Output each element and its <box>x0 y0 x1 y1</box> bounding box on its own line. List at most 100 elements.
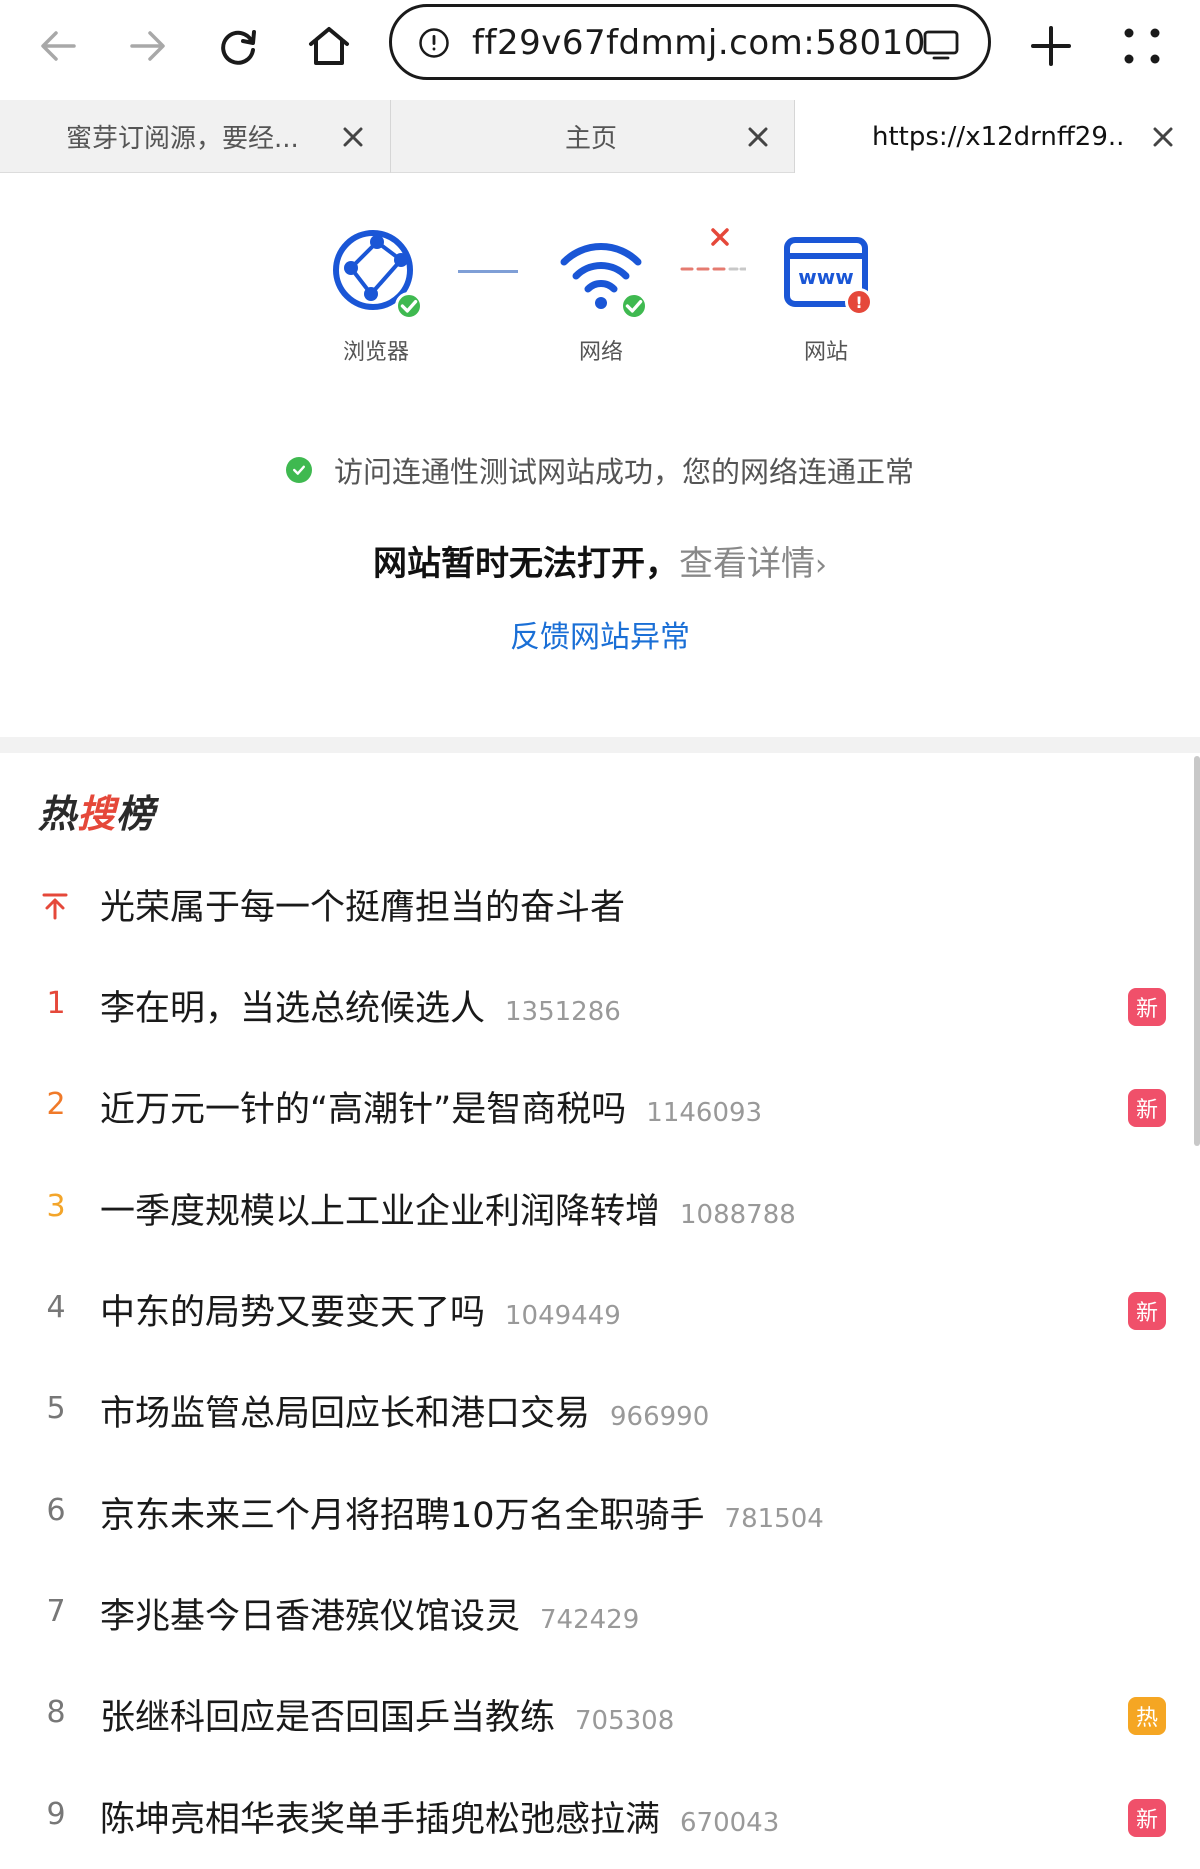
new-badge: 新 <box>1128 1799 1166 1837</box>
broken-connection-icon <box>680 228 746 271</box>
plus-icon <box>1031 26 1071 66</box>
hot-item[interactable]: 8 张继科回应是否回国乒当教练 705308 热 <box>0 1665 1200 1766</box>
hot-item-text[interactable]: 张继科回应是否回国乒当教练 <box>100 1689 555 1740</box>
connectivity-status: 访问连通性测试网站成功，您的网络连通正常 <box>0 449 1200 491</box>
tab-title: 蜜芽订阅源，要经... <box>66 124 299 154</box>
check-badge-icon <box>620 292 648 320</box>
hot-item-text[interactable]: 市场监管总局回应长和港口交易 <box>100 1385 590 1436</box>
title-char: 热 <box>38 792 78 836</box>
hot-item-pinned[interactable]: 光荣属于每一个挺膺担当的奋斗者 <box>0 855 1200 956</box>
report-site-issue-link[interactable]: 反馈网站异常 <box>0 612 1200 656</box>
website-node-label: 网站 <box>803 340 848 365</box>
feedback-label[interactable]: 反馈网站异常 <box>510 620 690 655</box>
hot-item[interactable]: 9 陈坤亮相华表奖单手插兜松弛感拉满 670043 新 <box>0 1767 1200 1868</box>
browser-node: 浏览器 <box>306 228 446 366</box>
browser-toolbar: ff29v67fdmmj.com:58010 <box>0 0 1200 100</box>
close-icon[interactable] <box>743 122 773 152</box>
network-node-label: 网络 <box>578 340 623 365</box>
view-details-link[interactable]: 查看详情 <box>679 544 815 584</box>
title-char-search: 搜 <box>77 792 117 836</box>
hot-item-count: 1088788 <box>680 1200 796 1230</box>
hot-item-text[interactable]: 李在明，当选总统候选人 <box>100 980 485 1031</box>
tab-1[interactable]: 蜜芽订阅源，要经... <box>0 100 390 173</box>
rank-number: 1 <box>46 986 66 1021</box>
hot-badge: 热 <box>1128 1697 1166 1735</box>
website-node: www ! 网站 <box>756 228 896 366</box>
back-button[interactable] <box>22 10 94 82</box>
rank-number: 3 <box>46 1189 66 1224</box>
hot-item-count: 1049449 <box>505 1301 621 1331</box>
success-check-icon <box>285 457 312 483</box>
rank-number: 4 <box>46 1290 66 1325</box>
status-message: 访问连通性测试网站成功，您的网络连通正常 <box>333 455 914 489</box>
back-arrow-icon <box>41 31 76 61</box>
hot-item-count: 1351286 <box>505 997 621 1027</box>
hot-item[interactable]: 6 京东未来三个月将招聘10万名全职骑手 781504 <box>0 1463 1200 1564</box>
rank-number: 9 <box>46 1797 66 1832</box>
reload-icon <box>221 30 256 65</box>
close-icon[interactable] <box>338 122 368 152</box>
grid-dots-icon <box>1124 28 1160 64</box>
hot-item-text[interactable]: 中东的局势又要变天了吗 <box>100 1284 485 1335</box>
title-char: 榜 <box>116 792 156 836</box>
forward-arrow-icon <box>130 31 165 61</box>
rank-number: 5 <box>46 1391 66 1426</box>
address-bar[interactable]: ff29v67fdmmj.com:58010 <box>389 4 991 80</box>
hot-search-title: 热搜榜 <box>38 783 155 838</box>
hot-search-list: 热搜榜 光荣属于每一个挺膺担当的奋斗者 1 李在明，当选总统候选人 1351286… <box>0 753 1200 1869</box>
headline-text: 网站暂时无法打开， <box>373 544 679 584</box>
tab-3-active[interactable]: https://x12drnff29... <box>795 100 1200 174</box>
hot-item[interactable]: 1 李在明，当选总统候选人 1351286 新 <box>0 956 1200 1057</box>
hot-item-text[interactable]: 陈坤亮相华表奖单手插兜松弛感拉满 <box>100 1791 660 1842</box>
new-badge: 新 <box>1128 988 1166 1026</box>
hot-item-count: 1146093 <box>646 1098 763 1128</box>
hot-item-count: 966990 <box>610 1402 710 1432</box>
rank-number: 7 <box>46 1594 66 1629</box>
hot-item-text[interactable]: 近万元一针的“高潮针”是智商税吗 <box>100 1081 626 1132</box>
hot-item[interactable]: 2 近万元一针的“高潮针”是智商税吗 1146093 新 <box>0 1057 1200 1158</box>
connection-line-ok <box>458 270 518 273</box>
hot-item-text[interactable]: 光荣属于每一个挺膺担当的奋斗者 <box>100 879 625 930</box>
hot-item[interactable]: 5 市场监管总局回应长和港口交易 966990 <box>0 1361 1200 1462</box>
new-badge: 新 <box>1128 1292 1166 1330</box>
screen-icon[interactable] <box>922 29 960 61</box>
hot-item[interactable]: 4 中东的局势又要变天了吗 1049449 新 <box>0 1260 1200 1361</box>
www-text: www <box>798 265 853 289</box>
network-node: 网络 <box>531 228 671 366</box>
tab-title: https://x12drnff29... <box>872 122 1122 152</box>
hot-item[interactable]: 7 李兆基今日香港殡仪馆设灵 742429 <box>0 1564 1200 1665</box>
hot-item-count: 781504 <box>724 1504 824 1534</box>
connection-diagnostics: 浏览器 网络 www ! 网站 访问连通性测试网站成功，您的网络连通正常 网站暂… <box>0 174 1200 737</box>
check-badge-icon <box>395 292 423 320</box>
pin-top-icon <box>42 893 68 920</box>
url-text[interactable]: ff29v67fdmmj.com:58010 <box>472 23 926 63</box>
hot-item-count: 742429 <box>540 1605 640 1635</box>
forward-button[interactable] <box>112 10 184 82</box>
rank-number: 2 <box>46 1087 66 1122</box>
chevron-right-icon[interactable]: › <box>815 548 827 583</box>
tab-strip: 蜜芽订阅源，要经... 主页 https://x12drnff29... <box>0 100 1200 174</box>
home-icon <box>309 27 349 65</box>
tab-2[interactable]: 主页 <box>391 100 794 173</box>
menu-button[interactable] <box>1106 10 1178 82</box>
hot-item-text[interactable]: 京东未来三个月将招聘10万名全职骑手 <box>100 1487 705 1538</box>
error-badge-icon: ! <box>845 288 873 316</box>
hot-item-count: 670043 <box>680 1808 780 1838</box>
error-headline: 网站暂时无法打开，查看详情› <box>0 536 1200 585</box>
section-divider <box>0 737 1200 753</box>
hot-item-text[interactable]: 一季度规模以上工业企业利润降转增 <box>100 1183 660 1234</box>
new-tab-button[interactable] <box>1015 10 1087 82</box>
hot-item-count: 705308 <box>575 1706 675 1736</box>
close-icon[interactable] <box>1148 122 1178 152</box>
new-badge: 新 <box>1128 1089 1166 1127</box>
hot-item[interactable]: 3 一季度规模以上工业企业利润降转增 1088788 <box>0 1159 1200 1260</box>
rank-number: 8 <box>46 1695 66 1730</box>
rank-number: 6 <box>46 1493 66 1528</box>
scrollbar-thumb[interactable] <box>1194 756 1200 1146</box>
info-icon[interactable] <box>418 27 450 59</box>
reload-button[interactable] <box>202 10 274 82</box>
browser-node-label: 浏览器 <box>342 340 409 365</box>
hot-item-text[interactable]: 李兆基今日香港殡仪馆设灵 <box>100 1588 520 1639</box>
home-button[interactable] <box>293 10 365 82</box>
tab-title: 主页 <box>565 124 618 154</box>
